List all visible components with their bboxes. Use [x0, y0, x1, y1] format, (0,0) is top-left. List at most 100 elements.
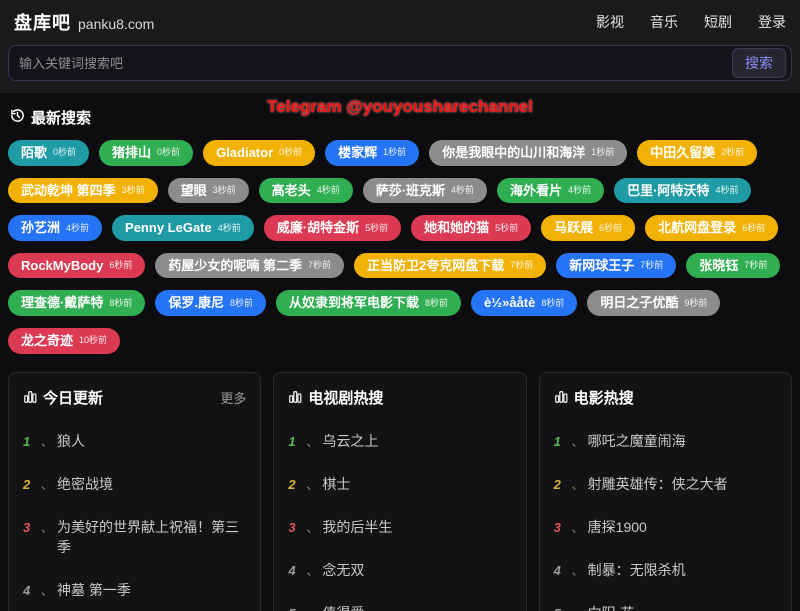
nav-item-movies[interactable]: 影视 [596, 12, 624, 32]
latest-search-section: 最新搜索 Telegram @youyousharechannel 陌歌0秒前猪… [0, 93, 800, 360]
rank-item[interactable]: 4、神墓 第一季 [23, 580, 246, 600]
search-tag[interactable]: 孙艺洲4秒前 [8, 215, 102, 241]
rank-item[interactable]: 4、念无双 [288, 560, 511, 580]
rank-title: 向阳·花 [588, 603, 635, 611]
rank-title: 念无双 [322, 560, 364, 580]
search-tag[interactable]: Gladiator0秒前 [203, 140, 315, 166]
rank-title: 唐探1900 [588, 517, 647, 537]
search-tag[interactable]: 你是我眼中的山川和海洋1秒前 [429, 140, 627, 166]
rank-item[interactable]: 2、射雕英雄传：侠之大者 [554, 474, 777, 494]
card-title: 电视剧热搜 [308, 387, 511, 408]
rank-title: 棋士 [322, 474, 350, 494]
rank-separator: 、 [572, 562, 584, 579]
rank-item[interactable]: 1、狼人 [23, 431, 246, 451]
nav-item-music[interactable]: 音乐 [650, 12, 678, 32]
tag-label: RockMyBody [21, 258, 103, 274]
search-tag[interactable]: 正当防卫2夸克网盘下载7秒前 [354, 253, 546, 279]
search-tag[interactable]: 保罗.康尼8秒前 [155, 290, 266, 316]
rank-item[interactable]: 3、唐探1900 [554, 517, 777, 537]
tag-label: 猪排山 [112, 145, 151, 161]
nav-item-shortdrama[interactable]: 短剧 [704, 12, 732, 32]
search-tag[interactable]: 从奴隶到将军电影下载8秒前 [276, 290, 461, 316]
search-tag[interactable]: 中田久留美2秒前 [637, 140, 757, 166]
search-tag[interactable]: 马跃展6秒前 [541, 215, 635, 241]
search-tag[interactable]: 药屋少女的呢喃 第二季 7秒前 [155, 253, 344, 279]
search-tag[interactable]: 萨莎·班克斯4秒前 [363, 178, 487, 204]
search-button[interactable]: 搜索 [732, 48, 786, 78]
tag-time: 8秒前 [230, 298, 253, 309]
search-tag[interactable]: 龙之奇迹10秒前 [8, 328, 120, 354]
search-tag[interactable]: RockMyBody 6秒前 [8, 253, 145, 279]
rank-item[interactable]: 1、哪吒之魔童闹海 [554, 431, 777, 451]
search-tag[interactable]: 威廉·胡特金斯5秒前 [264, 215, 401, 241]
tag-label: Penny LeGate [125, 220, 212, 236]
rank-title: 狼人 [57, 431, 85, 451]
rank-separator: 、 [306, 519, 318, 536]
search-tag[interactable]: 巴里·阿特沃特 4秒前 [614, 178, 751, 204]
tag-label: 北航网盘登录 [658, 220, 736, 236]
card-title: 今日更新 [43, 387, 214, 408]
top-nav: 影视 音乐 短剧 登录 [596, 12, 786, 32]
search-tag[interactable]: 望眼3秒前 [168, 178, 249, 204]
tag-time: 6秒前 [109, 260, 132, 271]
search-tag[interactable]: 明日之子优酷9秒前 [587, 290, 720, 316]
tag-time: 1秒前 [591, 147, 614, 158]
tag-label: 她和她的猫 [424, 220, 489, 236]
tag-time: 7秒前 [744, 260, 767, 271]
search-tag[interactable]: 陌歌0秒前 [8, 140, 89, 166]
tag-time: 4秒前 [715, 185, 738, 196]
rank-title: 为美好的世界献上祝福！第三季 [57, 517, 246, 557]
tag-time: 0秒前 [157, 147, 180, 158]
search-tag[interactable]: 理查德·戴萨特8秒前 [8, 290, 145, 316]
tag-cloud: 陌歌0秒前 猪排山 0秒前 Gladiator0秒前楼家辉1秒前你是我眼中的山川和海洋… [8, 138, 792, 360]
search-tag[interactable]: 她和她的猫5秒前 [411, 215, 531, 241]
tag-label: 巴里·阿特沃特 [627, 183, 709, 199]
search-tag[interactable]: 楼家辉1秒前 [325, 140, 419, 166]
search-tag[interactable]: 高老头4秒前 [259, 178, 353, 204]
search-tag[interactable]: 猪排山 0秒前 [99, 140, 193, 166]
top-bar: 盘库吧 panku8.com 影视 音乐 短剧 登录 [0, 0, 800, 41]
search-input[interactable] [19, 56, 732, 71]
rank-separator: 、 [572, 519, 584, 536]
tag-time: 4秒前 [451, 185, 474, 196]
rank-item[interactable]: 1、乌云之上 [288, 431, 511, 451]
search-section: 搜索 [0, 41, 800, 93]
search-tag[interactable]: è½»ååtè8秒前 [471, 290, 577, 316]
tag-label: 孙艺洲 [21, 220, 60, 236]
podium-chart-icon [554, 388, 568, 406]
rank-item[interactable]: 3、为美好的世界献上祝福！第三季 [23, 517, 246, 557]
search-tag[interactable]: Penny LeGate4秒前 [112, 215, 254, 241]
rank-item[interactable]: 2、绝密战境 [23, 474, 246, 494]
search-tag[interactable]: 张晓钰7秒前 [686, 253, 780, 279]
rank-item[interactable]: 5、值得爱 [288, 603, 511, 611]
rank-number: 2 [288, 477, 302, 492]
site-brand[interactable]: 盘库吧 panku8.com [14, 9, 154, 35]
tag-label: Gladiator [216, 145, 273, 161]
rank-number: 4 [554, 563, 568, 578]
nav-item-login[interactable]: 登录 [758, 12, 786, 32]
search-tag[interactable]: 海外看片4秒前 [497, 178, 604, 204]
search-tag[interactable]: 北航网盘登录6秒前 [645, 215, 778, 241]
card-header: 电视剧热搜 [288, 387, 511, 408]
tag-label: 威廉·胡特金斯 [277, 220, 359, 236]
tag-time: 7秒前 [308, 260, 331, 271]
rank-separator: 、 [41, 519, 53, 536]
search-tag[interactable]: 新网球王子7秒前 [556, 253, 676, 279]
hot-lists: 今日更新更多 1、狼人 2、绝密战境 3、为美好的世界献上祝福！第三季 4、神墓 第一季… [0, 360, 800, 611]
tag-label: 马跃展 [554, 220, 593, 236]
card-header: 今日更新更多 [23, 387, 246, 408]
search-tag[interactable]: 武动乾坤 第四季3秒前 [8, 178, 158, 204]
card-title: 电影热搜 [574, 387, 777, 408]
more-link[interactable]: 更多 [220, 388, 246, 407]
rank-number: 4 [23, 583, 37, 598]
rank-item[interactable]: 5、向阳·花 [554, 603, 777, 611]
rank-title: 射雕英雄传：侠之大者 [588, 474, 728, 494]
rank-item[interactable]: 2 、棋士 [288, 474, 511, 494]
tag-time: 8秒前 [109, 298, 132, 309]
rank-item[interactable]: 3、我的后半生 [288, 517, 511, 537]
tag-label: 药屋少女的呢喃 第二季 [168, 258, 302, 274]
history-clock-icon [10, 108, 25, 128]
rank-separator: 、 [306, 476, 318, 493]
rank-item[interactable]: 4、制暴：无限杀机 [554, 560, 777, 580]
tag-time: 3秒前 [122, 185, 145, 196]
